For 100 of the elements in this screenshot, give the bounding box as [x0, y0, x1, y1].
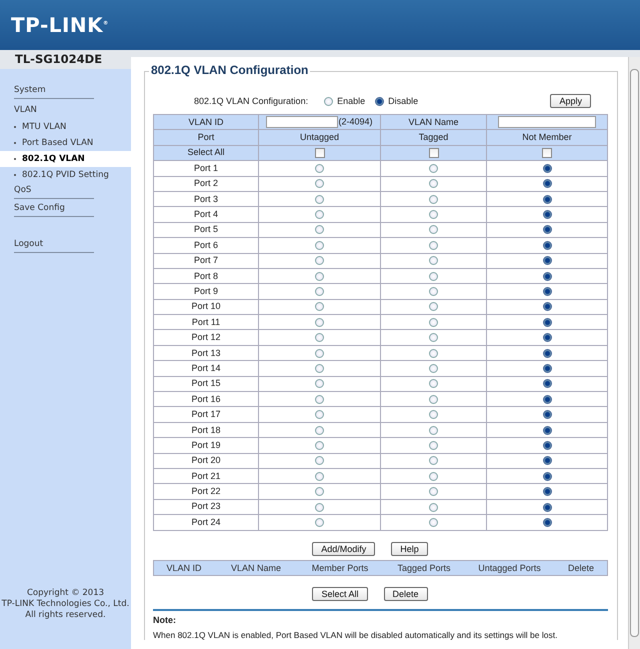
radio-button[interactable]	[542, 256, 552, 266]
radio-button[interactable]	[315, 179, 324, 188]
radio-button[interactable]	[429, 287, 438, 296]
radio-button[interactable]	[315, 518, 324, 527]
radio-button[interactable]	[315, 410, 324, 420]
sidebar-link[interactable]: QoS	[14, 185, 94, 199]
sidebar-link[interactable]: 802.1Q PVID Setting	[22, 170, 109, 180]
radio-button[interactable]	[542, 518, 552, 527]
radio-option[interactable]: Enable	[324, 96, 366, 106]
radio-button[interactable]	[542, 287, 552, 296]
radio-button[interactable]	[315, 256, 324, 266]
radio-button[interactable]	[429, 502, 438, 512]
sidebar-item[interactable]: System	[0, 83, 131, 101]
radio-button[interactable]	[542, 426, 552, 435]
radio-button[interactable]	[315, 502, 324, 512]
checkbox[interactable]	[542, 148, 552, 158]
radio-button[interactable]	[429, 318, 438, 327]
radio-button[interactable]	[315, 394, 324, 404]
sidebar-link[interactable]: Port Based VLAN	[22, 138, 94, 148]
radio-button[interactable]	[315, 487, 324, 496]
radio-button[interactable]	[315, 472, 324, 481]
checkbox[interactable]	[428, 148, 438, 158]
sidebar-item[interactable]: 802.1Q PVID Setting	[0, 167, 131, 183]
radio-button[interactable]	[429, 456, 438, 466]
radio-button[interactable]	[315, 348, 324, 358]
action-button[interactable]: Delete	[384, 586, 428, 601]
logout-link[interactable]: Logout	[14, 239, 94, 253]
radio-icon[interactable]	[324, 96, 334, 106]
radio-button[interactable]	[315, 456, 324, 466]
radio-button[interactable]	[542, 410, 552, 420]
radio-button[interactable]	[315, 426, 324, 435]
vlan-id-field[interactable]	[266, 116, 338, 128]
action-button[interactable]: Select All	[312, 586, 368, 601]
sidebar-item[interactable]: QoS	[0, 183, 131, 201]
radio-button[interactable]	[542, 179, 552, 188]
radio-button[interactable]	[542, 379, 552, 388]
radio-button[interactable]	[542, 225, 552, 234]
radio-button[interactable]	[315, 194, 324, 204]
sidebar-item[interactable]: MTU VLAN	[0, 119, 131, 135]
radio-button[interactable]	[429, 302, 438, 312]
radio-button[interactable]	[429, 379, 438, 388]
action-button[interactable]: Help	[391, 542, 428, 556]
radio-button[interactable]	[542, 394, 552, 404]
scrollbar[interactable]	[628, 57, 640, 649]
radio-button[interactable]	[315, 287, 324, 296]
radio-button[interactable]	[429, 210, 438, 220]
radio-button[interactable]	[429, 256, 438, 266]
radio-icon[interactable]	[375, 96, 384, 106]
radio-button[interactable]	[429, 394, 438, 404]
radio-button[interactable]	[429, 348, 438, 358]
radio-button[interactable]	[315, 333, 324, 342]
radio-button[interactable]	[542, 164, 552, 173]
radio-button[interactable]	[429, 179, 438, 188]
radio-button[interactable]	[429, 426, 438, 435]
radio-button[interactable]	[542, 348, 552, 358]
radio-button[interactable]	[542, 502, 552, 512]
radio-button[interactable]	[429, 333, 438, 342]
sidebar-item[interactable]: VLAN	[0, 101, 131, 119]
sidebar-link[interactable]: Save Config	[14, 203, 94, 217]
sidebar-link[interactable]: VLAN	[14, 105, 37, 115]
checkbox[interactable]	[314, 148, 324, 158]
radio-button[interactable]	[429, 225, 438, 234]
radio-button[interactable]	[315, 440, 324, 450]
radio-button[interactable]	[429, 518, 438, 527]
radio-button[interactable]	[315, 379, 324, 388]
radio-option[interactable]: Disable	[375, 96, 418, 106]
radio-button[interactable]	[542, 456, 552, 466]
radio-button[interactable]	[542, 472, 552, 481]
radio-button[interactable]	[542, 440, 552, 450]
radio-button[interactable]	[542, 318, 552, 327]
radio-button[interactable]	[315, 240, 324, 250]
radio-button[interactable]	[542, 194, 552, 204]
radio-button[interactable]	[429, 272, 438, 281]
radio-button[interactable]	[542, 302, 552, 312]
radio-button[interactable]	[542, 364, 552, 373]
radio-button[interactable]	[542, 487, 552, 496]
radio-button[interactable]	[429, 240, 438, 250]
radio-button[interactable]	[429, 364, 438, 373]
radio-button[interactable]	[429, 440, 438, 450]
radio-button[interactable]	[429, 487, 438, 496]
radio-button[interactable]	[315, 302, 324, 312]
radio-button[interactable]	[315, 164, 324, 173]
vlan-name-field[interactable]	[498, 116, 596, 128]
sidebar-link[interactable]: MTU VLAN	[22, 122, 66, 132]
apply-button[interactable]: Apply	[550, 94, 591, 108]
sidebar-item[interactable]: Port Based VLAN	[0, 135, 131, 151]
radio-button[interactable]	[315, 364, 324, 373]
radio-button[interactable]	[542, 333, 552, 342]
radio-button[interactable]	[315, 225, 324, 234]
action-button[interactable]: Add/Modify	[312, 542, 376, 556]
radio-button[interactable]	[315, 318, 324, 327]
sidebar-item[interactable]: 802.1Q VLAN	[0, 151, 131, 167]
radio-button[interactable]	[542, 210, 552, 220]
radio-button[interactable]	[429, 164, 438, 173]
radio-button[interactable]	[429, 410, 438, 420]
radio-button[interactable]	[315, 272, 324, 281]
radio-button[interactable]	[542, 272, 552, 281]
sidebar-link[interactable]: System	[14, 85, 94, 99]
radio-button[interactable]	[542, 240, 552, 250]
radio-button[interactable]	[429, 472, 438, 481]
